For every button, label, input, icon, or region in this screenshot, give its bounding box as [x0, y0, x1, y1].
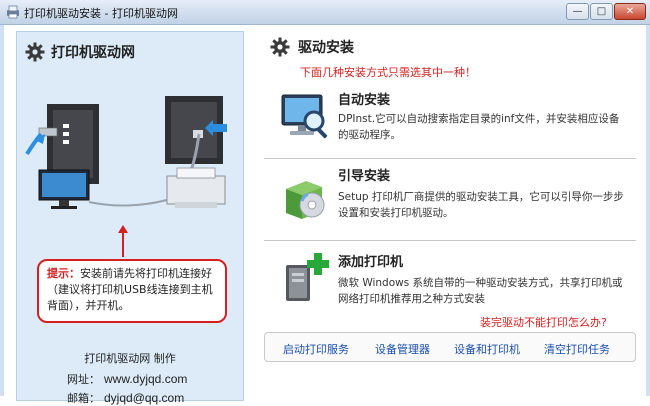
monitor-magnifier-icon [281, 94, 328, 139]
left-title: 打印机驱动网 [51, 45, 135, 61]
method-title: 自动安装 [338, 93, 391, 108]
email-line: 邮箱： dyjqd@qq.com [67, 390, 184, 406]
email-value: dyjqd@qq.com [104, 391, 185, 405]
gear-icon [25, 42, 45, 62]
gear-icon [270, 37, 290, 57]
tools-bar: 启动打印服务 设备管理器 设备和打印机 清空打印任务 [264, 332, 636, 362]
app-window: 打印机驱动安装 - 打印机驱动网 — □ ✕ 打印机驱动网 提示：安装前请先将打… [0, 0, 650, 405]
window-title: 打印机驱动安装 - 打印机驱动网 [24, 7, 178, 20]
divider [264, 240, 636, 241]
usb-connection-illustration [25, 96, 227, 209]
method-desc: Setup 打印机厂商提供的驱动安装工具，它可以引导你一步步设置和安装打印机驱动… [338, 191, 624, 219]
method-desc: 微软 Windows 系统自带的一种驱动安装方式，共享打印机或网络打印机推荐用之… [338, 277, 623, 305]
title-bar[interactable]: 打印机驱动安装 - 打印机驱动网 — □ ✕ [0, 0, 650, 25]
maximize-button[interactable]: □ [590, 3, 613, 20]
setup-box-cd-icon [286, 181, 325, 219]
clear-print-jobs-link[interactable]: 清空打印任务 [544, 341, 610, 357]
start-print-service-link[interactable]: 启动打印服务 [283, 341, 349, 357]
right-header: 驱动安装 [270, 37, 354, 57]
devices-and-printers-link[interactable]: 设备和打印机 [454, 341, 520, 357]
email-label: 邮箱： [67, 392, 100, 405]
website-label: 网址： [67, 373, 100, 386]
right-title: 驱动安装 [298, 40, 354, 56]
divider [264, 158, 636, 159]
printer-app-icon [7, 5, 19, 19]
method-guided-install[interactable]: 引导安装 Setup 打印机厂商提供的驱动安装工具，它可以引导你一步步设置和安装… [264, 165, 636, 237]
client-area: 打印机驱动网 提示：安装前请先将打印机连接好（建议将打印机USB线连接到主机背面… [4, 25, 646, 405]
method-auto-install[interactable]: 自动安装 DPInst.它可以自动搜索指定目录的inf文件，并安装相应设备的驱动… [264, 85, 636, 155]
minimize-button[interactable]: — [566, 3, 589, 20]
cannot-print-help-link[interactable]: 装完驱动不能打印怎么办? [480, 314, 607, 330]
method-title: 引导安装 [338, 169, 391, 184]
left-header: 打印机驱动网 [25, 42, 135, 62]
close-button[interactable]: ✕ [614, 3, 646, 20]
method-title: 添加打印机 [338, 255, 404, 270]
arrow-up-icon [118, 225, 128, 257]
notice-text: 下面几种安装方式只需选其中一种！ [300, 66, 476, 79]
left-panel: 打印机驱动网 提示：安装前请先将打印机连接好（建议将打印机USB线连接到主机背面… [16, 31, 244, 405]
method-desc: DPInst.它可以自动搜索指定目录的inf文件，并安装相应设备的驱动程序。 [338, 113, 620, 141]
credit-text: 打印机驱动网 制作 [84, 352, 176, 365]
add-printer-icon [286, 253, 329, 301]
website-value: www.dyjqd.com [104, 372, 188, 386]
tip-label: 提示： [47, 267, 80, 280]
tip-box: 提示：安装前请先将打印机连接好（建议将打印机USB线连接到主机背面），并开机。 [37, 259, 227, 323]
device-manager-link[interactable]: 设备管理器 [375, 341, 430, 357]
website-line: 网址： www.dyjqd.com [67, 371, 187, 387]
